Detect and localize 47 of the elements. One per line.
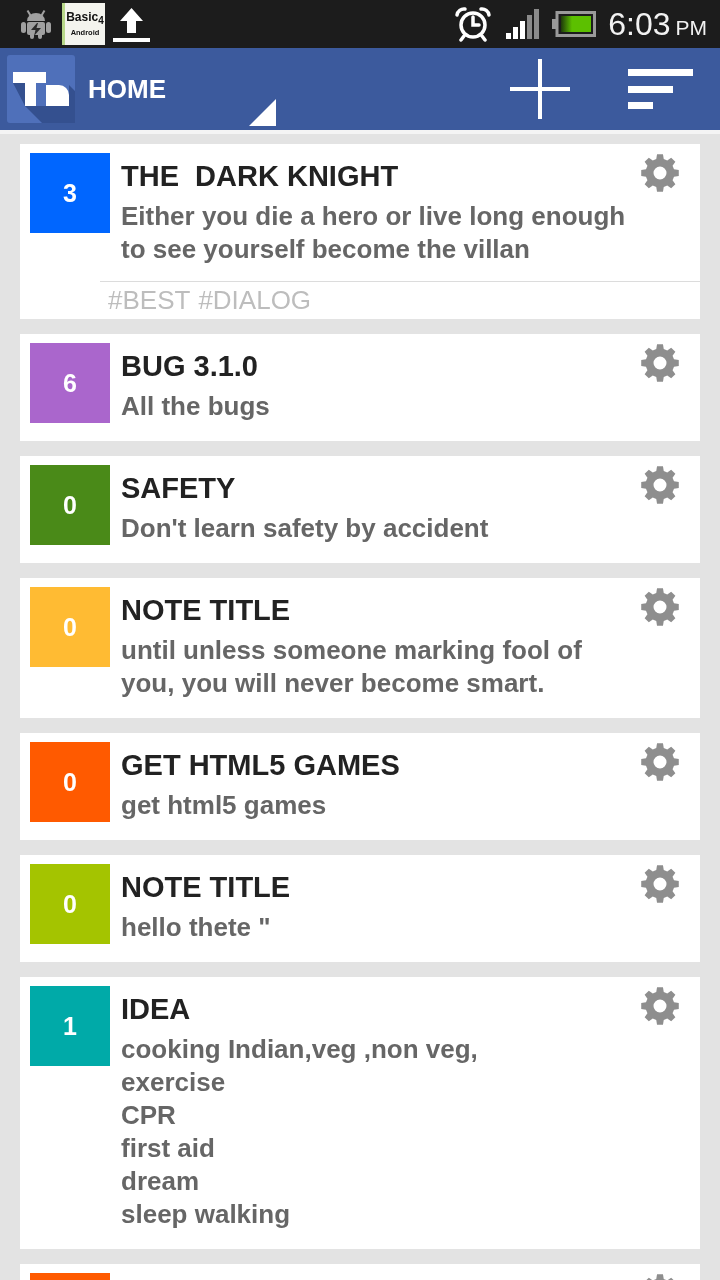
settings-icon[interactable] (640, 465, 680, 505)
sort-icon[interactable] (628, 69, 693, 109)
note-text: All the bugs (121, 390, 270, 423)
note-count: 0 (30, 587, 110, 667)
upload-icon (113, 6, 150, 42)
clock-meridiem: PM (675, 16, 707, 40)
note-card[interactable]: 0 NOTE TITLE until unless someone marking fool of you, you will never become smart. (20, 578, 700, 718)
note-count: 0 (30, 864, 110, 944)
settings-icon[interactable] (640, 587, 680, 627)
note-count: 1 (30, 986, 110, 1066)
settings-icon[interactable] (640, 742, 680, 782)
battery-icon (552, 11, 597, 37)
note-card[interactable]: 1 IDEA cooking Indian,veg ,non veg, exercise CPR first aid dream sleep walking (20, 977, 700, 1249)
note-text: get html5 games (121, 789, 327, 822)
settings-icon[interactable] (640, 864, 680, 904)
clock-time: 6:03 (608, 5, 671, 43)
note-count: 0 (30, 742, 110, 822)
note-title: IDEA (121, 992, 191, 1027)
alarm-clock-icon (454, 6, 493, 42)
signal-bars-icon (506, 9, 541, 39)
android-debug-icon (18, 9, 54, 39)
plus-icon[interactable] (510, 59, 570, 119)
note-title: SAFETY (121, 471, 236, 506)
note-text: Don't learn safety by accident (121, 512, 489, 545)
note-card[interactable]: 6 BUG 3.1.0 All the bugs (20, 334, 700, 441)
note-title: THE DARK KNIGHT (121, 159, 399, 194)
note-count: 3 (30, 153, 110, 233)
note-title: GET HTML5 GAMES (121, 748, 400, 783)
note-text: until unless someone marking fool of you, you will never become smart. (121, 634, 583, 700)
logo-text: Basic$_{4}$ (66, 9, 104, 29)
settings-icon[interactable] (640, 986, 680, 1026)
note-card[interactable]: 0 GET HTML5 GAMES get html5 games (20, 733, 700, 840)
note-count: 0 (30, 465, 110, 545)
dropdown-corner-icon (249, 99, 276, 126)
note-text: hello thete " (121, 911, 271, 944)
note-card[interactable]: 0 NOTE TITLE hello thete " (20, 855, 700, 962)
note-title: NOTE TITLE (121, 870, 291, 905)
note-card[interactable]: 0 SAFETY Don't learn safety by accident (20, 456, 700, 563)
settings-icon[interactable] (640, 343, 680, 383)
app-logo-icon[interactable] (7, 55, 75, 123)
note-card[interactable]: 3 THE DARK KNIGHT Either you die a hero or live long enough to see yourself become the villan #BEST #DIALOG (20, 144, 700, 319)
note-count: 6 (30, 343, 110, 423)
note-title: BUG 3.1.0 (121, 349, 258, 384)
note-text: Either you die a hero or live long enough to see yourself become the villan (121, 200, 627, 266)
note-title: NOTE TITLE (121, 593, 291, 628)
note-text: cooking Indian,veg ,non veg, exercise CPR first aid dream sleep walking (121, 1033, 478, 1231)
settings-icon[interactable] (640, 153, 680, 193)
